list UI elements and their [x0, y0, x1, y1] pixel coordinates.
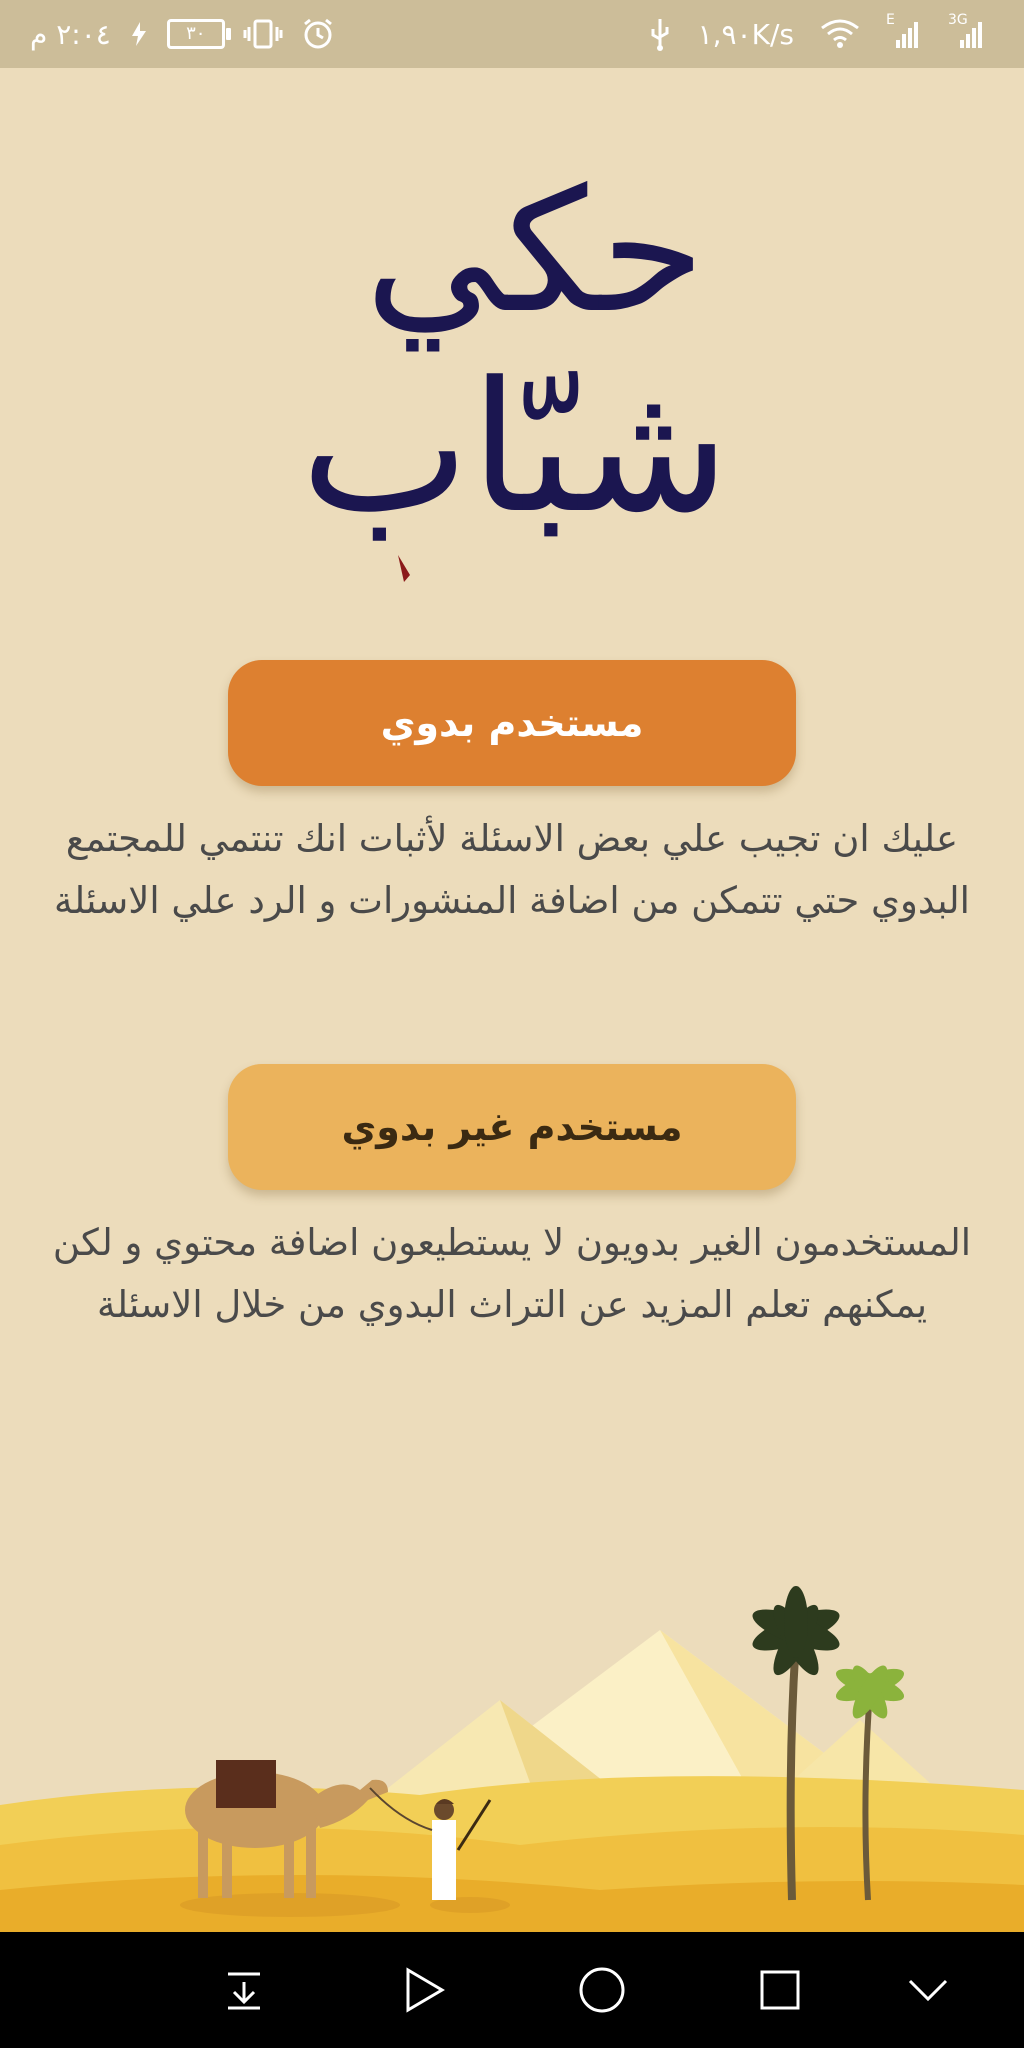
charging-icon [129, 20, 149, 48]
non-bedouin-user-description: المستخدمون الغير بدويون لا يستطيعون اضاف… [52, 1221, 972, 1326]
logo-line-2: شبّاب [300, 344, 729, 553]
battery-level: ٣٠ [186, 23, 206, 44]
bedouin-user-button-label: مستخدم بدوي [380, 701, 644, 745]
recents-square-icon[interactable] [750, 1960, 810, 2020]
network-speed: ١,٩٠K/s [697, 17, 794, 51]
desert-illustration [0, 1586, 1024, 1932]
collapse-down-icon[interactable] [214, 1960, 274, 2020]
status-bar: ٢:٠٤ م ٣٠ ١,٩٠K/s E 3G [0, 0, 1024, 68]
clock: ٢:٠٤ م [30, 17, 111, 51]
logo-line-1: حكي [365, 153, 706, 352]
navigation-bar [0, 1932, 1024, 2048]
app-logo: حكي شبّاب [300, 153, 730, 582]
usb-icon [648, 17, 672, 51]
status-bar-right: ١,٩٠K/s E 3G [648, 0, 988, 68]
non-bedouin-user-button-label: مستخدم غير بدوي [341, 1105, 683, 1149]
home-circle-icon[interactable] [572, 1960, 632, 2020]
play-icon[interactable] [394, 1960, 454, 2020]
signal-icon-2: 3G [948, 12, 988, 50]
signal-label-1: E [886, 12, 895, 28]
signal-icon-1: E [886, 12, 922, 50]
signal-label-2: 3G [948, 12, 968, 28]
bedouin-user-description: عليك ان تجيب علي بعض الاسئلة لأثبات انك … [54, 817, 970, 922]
status-bar-left: ٢:٠٤ م ٣٠ [30, 0, 335, 68]
logo-dot [398, 555, 410, 582]
alarm-icon [301, 17, 335, 51]
chevron-down-icon[interactable] [898, 1960, 958, 2020]
vibrate-icon [243, 19, 283, 49]
bedouin-user-button[interactable]: مستخدم بدوي [228, 660, 796, 786]
wifi-icon [820, 18, 860, 50]
battery-icon: ٣٠ [166, 19, 231, 49]
non-bedouin-user-button[interactable]: مستخدم غير بدوي [228, 1064, 796, 1190]
